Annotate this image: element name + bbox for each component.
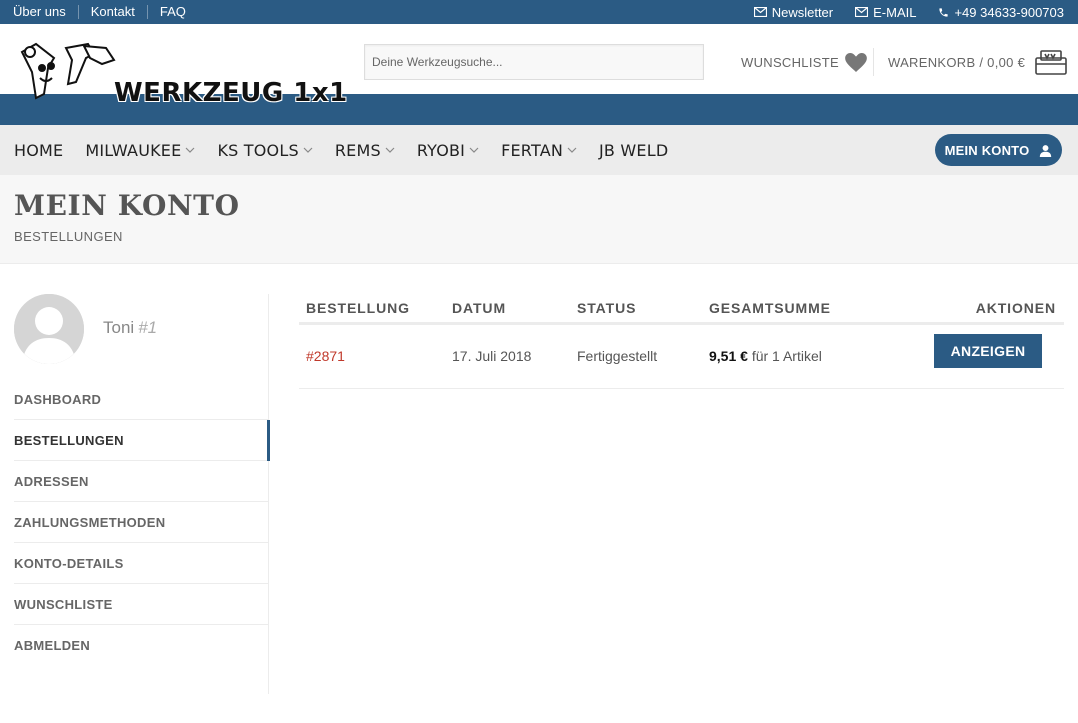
user-name: Toni #1: [103, 318, 157, 338]
nav-item-home[interactable]: HOME: [14, 141, 63, 160]
header-order: BESTELLUNG: [306, 300, 410, 316]
menu-item-account-details[interactable]: KONTO-DETAILS: [14, 543, 269, 584]
phone-icon: [939, 7, 949, 17]
nav-item-fertan[interactable]: FERTAN: [501, 141, 577, 160]
menu-item-addresses[interactable]: ADRESSEN: [14, 461, 269, 502]
chevron-down-icon: [186, 147, 195, 153]
top-link-faq[interactable]: FAQ: [146, 5, 198, 19]
user-id: #1: [138, 318, 158, 337]
newsletter-label: Newsletter: [771, 4, 834, 20]
menu-item-wishlist[interactable]: WUNSCHLISTE: [14, 584, 269, 625]
nav-item-ks-tools[interactable]: KS TOOLS: [217, 140, 313, 160]
phone-link[interactable]: +49 34633-900703: [938, 5, 1064, 20]
email-link[interactable]: E-MAIL: [855, 5, 916, 20]
avatar: [14, 294, 84, 364]
header: WERKZEUG 1x1 WUNSCHLISTE WARENKORB / 0,0…: [0, 24, 1078, 125]
top-links: Über uns Kontakt FAQ: [13, 0, 198, 24]
chevron-down-icon: [567, 147, 577, 153]
wishlist-link[interactable]: WUNSCHLISTE: [741, 52, 867, 72]
nav-item-rems[interactable]: REMS: [335, 141, 395, 160]
top-bar: Über uns Kontakt FAQ Newsletter E-MAIL +…: [0, 0, 1078, 24]
heart-icon: [845, 52, 867, 72]
order-amount: 9,51 €: [709, 348, 748, 364]
nav-label: REMS: [334, 140, 381, 160]
nav-label: FERTAN: [501, 140, 564, 160]
menu-item-logout[interactable]: ABMELDEN: [14, 625, 269, 666]
menu-item-orders[interactable]: BESTELLUNGEN: [14, 420, 270, 461]
top-link-about[interactable]: Über uns: [13, 5, 78, 19]
main-nav: HOME MILWAUKEE KS TOOLS REMS RYOBI FERTA…: [0, 125, 1078, 175]
logo[interactable]: WERKZEUG 1x1: [14, 38, 347, 110]
orders-table: BESTELLUNG DATUM STATUS GESAMTSUMME AKTI…: [299, 294, 1064, 389]
order-number-link[interactable]: #2871: [306, 325, 345, 387]
user-name-text: Toni: [103, 318, 135, 337]
tools-mascot-icon: [20, 42, 116, 100]
order-item-count: für 1 Artikel: [751, 348, 822, 364]
toolbox-icon: [1035, 50, 1067, 75]
order-date: 17. Juli 2018: [452, 348, 532, 364]
nav-label: JB WELD: [599, 140, 669, 160]
top-contact: Newsletter E-MAIL +49 34633-900703: [753, 0, 1064, 24]
header-divider: [873, 48, 874, 76]
order-total: 9,51 € für 1 Artikel: [709, 325, 822, 387]
page-title-bar: MEIN KONTO BESTELLUNGEN: [0, 175, 1078, 264]
header-date: DATUM: [452, 300, 507, 316]
nav-list: HOME MILWAUKEE KS TOOLS REMS RYOBI FERTA…: [14, 125, 690, 175]
nav-label: KS TOOLS: [217, 140, 299, 160]
top-link-contact[interactable]: Kontakt: [77, 5, 147, 19]
order-status: Fertiggestellt: [577, 348, 658, 364]
my-account-button[interactable]: MEIN KONTO: [935, 134, 1062, 166]
chevron-down-icon: [469, 147, 479, 153]
wishlist-label: WUNSCHLISTE: [741, 54, 839, 70]
my-account-label: MEIN KONTO: [944, 142, 1030, 158]
table-row: #2871 17. Juli 2018 Fertiggestellt 9,51 …: [299, 325, 1064, 389]
account-sidebar: Toni #1 DASHBOARD BESTELLUNGEN ADRESSEN Z…: [0, 294, 270, 694]
header-actions: AKTIONEN: [975, 300, 1056, 316]
nav-label: HOME: [14, 140, 64, 160]
cart-link[interactable]: WARENKORB / 0,00 €: [888, 48, 1067, 76]
page-subtitle: BESTELLUNGEN: [14, 229, 123, 244]
phone-label: +49 34633-900703: [954, 4, 1064, 20]
chevron-down-icon: [385, 147, 395, 153]
nav-label: RYOBI: [416, 140, 466, 160]
menu-item-dashboard[interactable]: DASHBOARD: [14, 379, 269, 420]
logo-text: WERKZEUG 1x1: [114, 78, 348, 108]
menu-item-payment-methods[interactable]: ZAHLUNGSMETHODEN: [14, 502, 269, 543]
cart-label: WARENKORB / 0,00 €: [888, 54, 1026, 70]
search-input[interactable]: [364, 44, 704, 80]
email-label: E-MAIL: [873, 4, 917, 20]
nav-label: MILWAUKEE: [85, 140, 182, 160]
newsletter-link[interactable]: Newsletter: [753, 4, 834, 20]
nav-item-milwaukee[interactable]: MILWAUKEE: [85, 141, 195, 160]
chevron-down-icon: [303, 147, 313, 153]
envelope-icon: [855, 7, 869, 17]
header-total: GESAMTSUMME: [709, 300, 831, 316]
nav-item-jb-weld[interactable]: JB WELD: [599, 141, 668, 160]
view-order-button[interactable]: ANZEIGEN: [934, 334, 1042, 368]
user-icon: [1040, 144, 1052, 157]
envelope-icon: [753, 7, 767, 17]
header-status: STATUS: [577, 300, 637, 316]
nav-item-ryobi[interactable]: RYOBI: [417, 141, 479, 160]
default-avatar-icon: [14, 294, 84, 364]
page-title: MEIN KONTO: [14, 189, 240, 222]
account-menu: DASHBOARD BESTELLUNGEN ADRESSEN ZAHLUNGS…: [14, 379, 270, 666]
table-header: BESTELLUNG DATUM STATUS GESAMTSUMME AKTI…: [299, 294, 1064, 325]
